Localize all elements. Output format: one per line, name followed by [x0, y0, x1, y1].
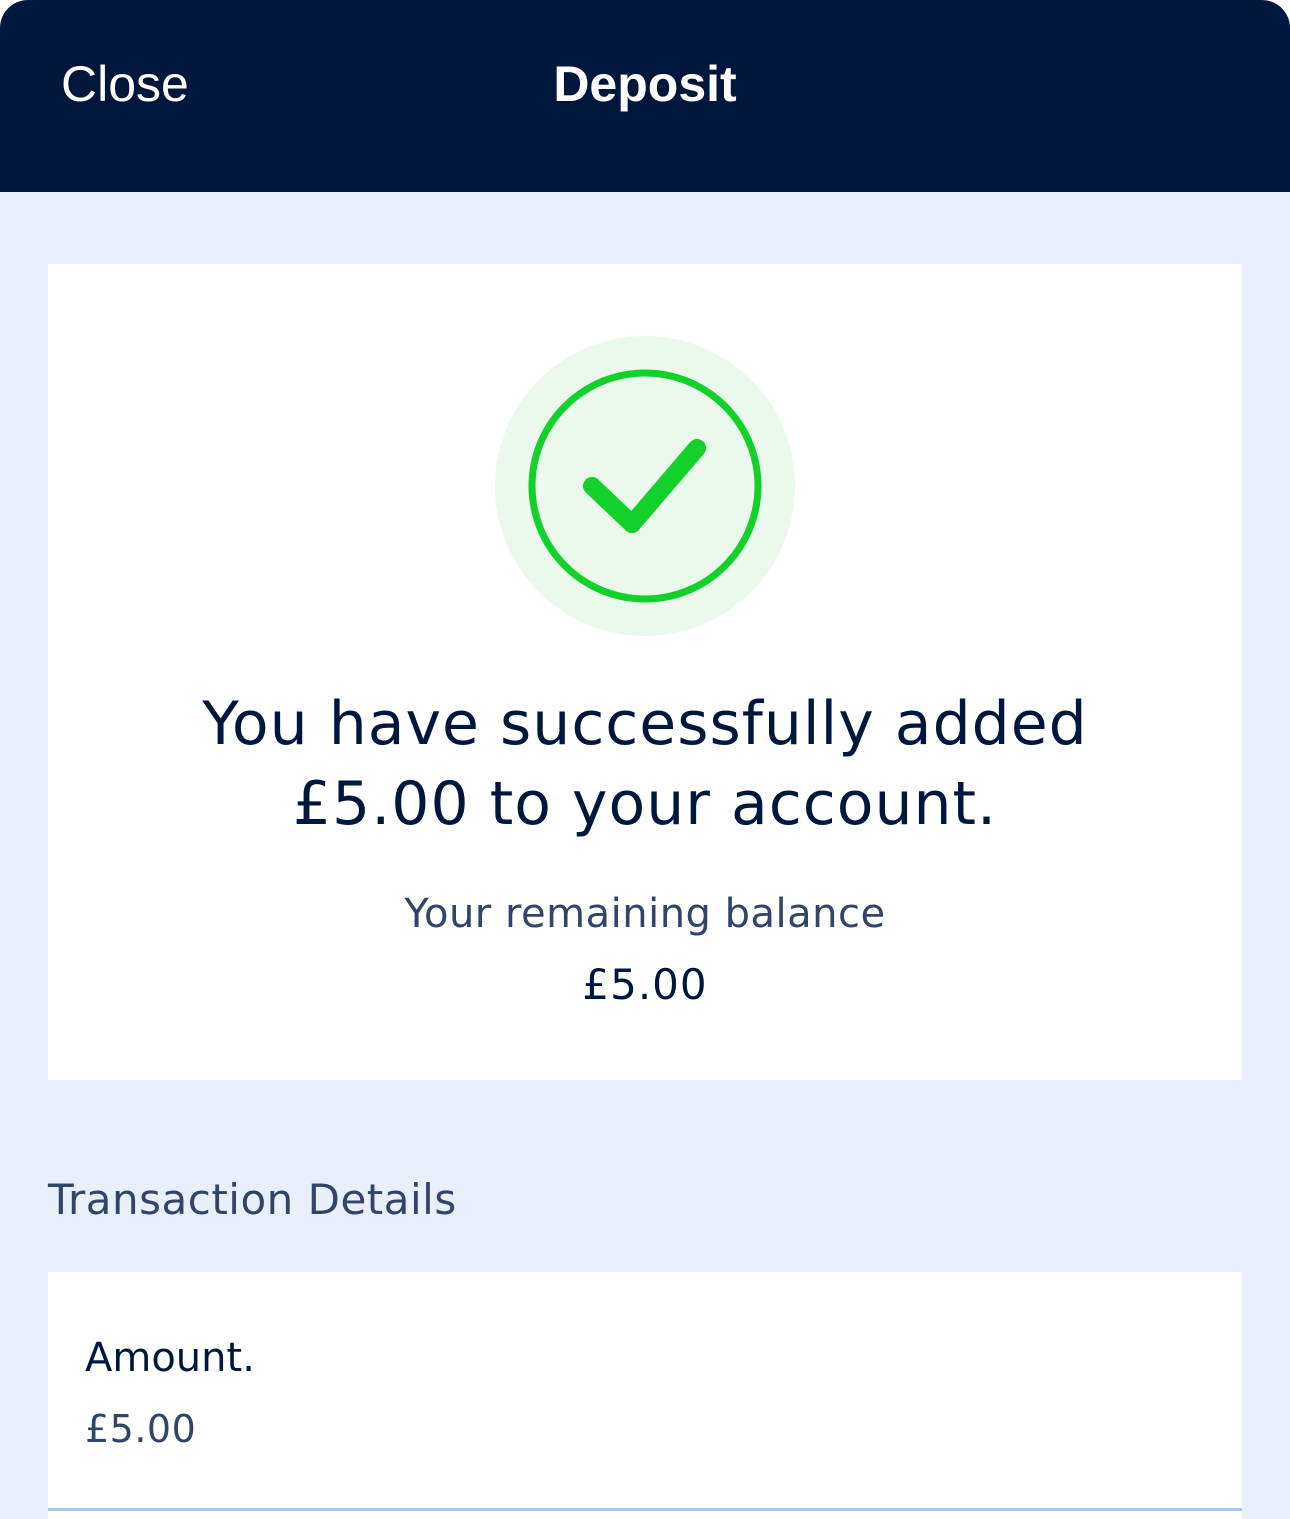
- transaction-details-heading: Transaction Details: [48, 1175, 457, 1224]
- remaining-balance-label: Your remaining balance: [404, 891, 886, 937]
- success-message-line1: You have successfully added: [202, 689, 1088, 759]
- success-message-line2: £5.00 to your account.: [292, 769, 998, 839]
- divider: [48, 1508, 1242, 1511]
- transaction-details-card: Amount. £5.00: [48, 1272, 1242, 1519]
- remaining-balance-value: £5.00: [582, 960, 708, 1009]
- page-title: Deposit: [553, 56, 737, 112]
- success-message: You have successfully added £5.00 to you…: [48, 684, 1242, 844]
- amount-label: Amount.: [85, 1335, 255, 1381]
- amount-value: £5.00: [85, 1407, 197, 1451]
- check-circle-icon: [495, 336, 795, 636]
- nav-bar: Close Deposit: [0, 0, 1290, 192]
- deposit-sheet: Close Deposit You have successfully adde…: [0, 0, 1290, 1519]
- success-card: You have successfully added £5.00 to you…: [48, 264, 1242, 1080]
- success-halo: [495, 336, 795, 636]
